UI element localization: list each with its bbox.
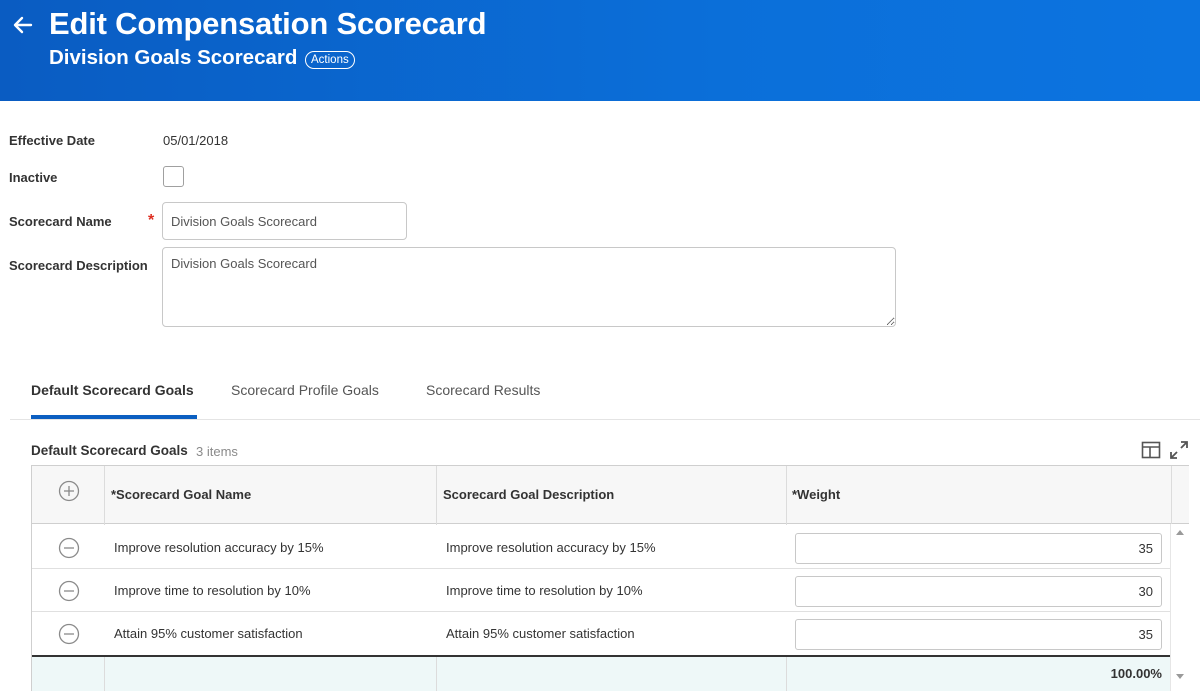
actions-button[interactable]: Actions xyxy=(305,51,355,69)
column-divider xyxy=(436,657,437,691)
tab-bar: Default Scorecard Goals Scorecard Profil… xyxy=(10,370,1200,420)
goal-description-cell: Attain 95% customer satisfaction xyxy=(446,626,635,641)
goal-name-cell: Attain 95% customer satisfaction xyxy=(114,626,303,641)
minus-circle-icon[interactable] xyxy=(58,623,80,645)
page-title: Edit Compensation Scorecard xyxy=(49,6,487,41)
goals-grid: *Scorecard Goal Name Scorecard Goal Desc… xyxy=(31,465,1189,691)
table-row: Improve resolution accuracy by 15% Impro… xyxy=(32,525,1172,569)
scorecard-name-label: Scorecard Name xyxy=(9,214,112,229)
table-row: Attain 95% customer satisfaction Attain … xyxy=(32,612,1172,655)
effective-date-label: Effective Date xyxy=(9,133,95,148)
column-header-goal-description[interactable]: Scorecard Goal Description xyxy=(443,487,614,502)
goal-description-cell: Improve time to resolution by 10% xyxy=(446,583,643,598)
grid-header-row: *Scorecard Goal Name Scorecard Goal Desc… xyxy=(32,466,1189,524)
goal-description-cell: Improve resolution accuracy by 15% xyxy=(446,540,656,555)
weight-input[interactable] xyxy=(795,533,1162,564)
grid-scrollbar[interactable] xyxy=(1170,524,1189,691)
total-row: 100.00% xyxy=(32,655,1172,691)
grid-item-count: 3 items xyxy=(196,444,238,459)
goal-name-cell: Improve resolution accuracy by 15% xyxy=(114,540,324,555)
arrow-left-icon[interactable] xyxy=(10,12,36,38)
tab-scorecard-profile-goals[interactable]: Scorecard Profile Goals xyxy=(231,382,379,398)
column-divider xyxy=(1171,466,1172,524)
tab-default-scorecard-goals[interactable]: Default Scorecard Goals xyxy=(31,382,194,398)
required-indicator: * xyxy=(148,212,155,229)
scorecard-description-label: Scorecard Description xyxy=(9,258,148,273)
column-header-weight[interactable]: *Weight xyxy=(792,487,840,502)
inactive-checkbox[interactable] xyxy=(163,166,184,187)
effective-date-value: 05/01/2018 xyxy=(163,133,229,148)
page-subtitle: Division Goals Scorecard xyxy=(49,46,298,69)
weight-input[interactable] xyxy=(795,619,1162,650)
grid-title: Default Scorecard Goals xyxy=(31,443,188,458)
scroll-down-icon[interactable] xyxy=(1176,674,1184,679)
table-layout-icon[interactable] xyxy=(1141,440,1161,460)
column-header-goal-name[interactable]: *Scorecard Goal Name xyxy=(111,487,251,502)
scroll-up-icon[interactable] xyxy=(1176,530,1184,535)
plus-circle-icon[interactable] xyxy=(58,480,80,502)
table-row: Improve time to resolution by 10% Improv… xyxy=(32,569,1172,612)
inactive-label: Inactive xyxy=(9,170,58,185)
scorecard-name-input[interactable] xyxy=(162,202,407,240)
expand-icon[interactable] xyxy=(1169,440,1189,460)
total-weight: 100.00% xyxy=(1110,666,1162,681)
column-divider xyxy=(104,657,105,691)
active-tab-indicator xyxy=(31,415,197,419)
page-header: Edit Compensation Scorecard Division Goa… xyxy=(0,0,1200,101)
goal-name-cell: Improve time to resolution by 10% xyxy=(114,583,311,598)
weight-input[interactable] xyxy=(795,576,1162,607)
column-divider xyxy=(786,657,787,691)
minus-circle-icon[interactable] xyxy=(58,580,80,602)
scorecard-description-input[interactable]: Division Goals Scorecard xyxy=(162,247,896,327)
tab-scorecard-results[interactable]: Scorecard Results xyxy=(426,382,540,398)
minus-circle-icon[interactable] xyxy=(58,537,80,559)
